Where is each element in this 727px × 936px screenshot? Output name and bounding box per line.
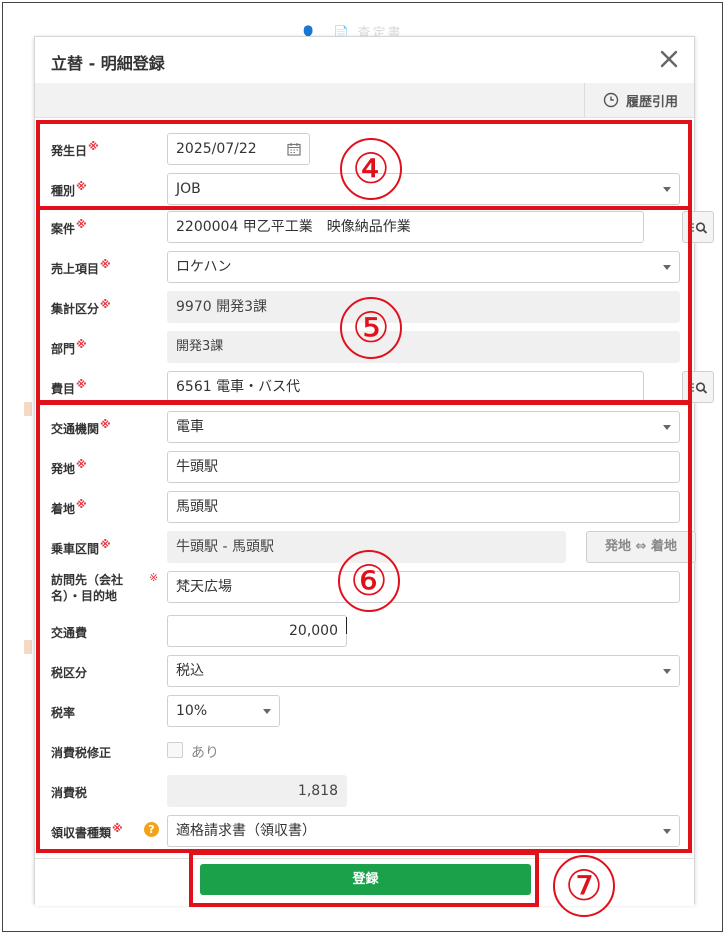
close-icon — [660, 50, 678, 68]
dialog-toolbar: 履歴引用 — [35, 83, 694, 118]
background-marker — [24, 640, 32, 654]
close-button[interactable] — [656, 46, 682, 72]
list-search-icon — [690, 382, 708, 394]
history-quote-label: 履歴引用 — [625, 94, 678, 110]
annotation-number-4: ④ — [340, 138, 402, 200]
list-search-icon — [690, 222, 708, 234]
annotation-box-6 — [36, 401, 692, 853]
dialog-header: 立替 - 明細登録 — [35, 37, 694, 84]
annotation-number-5: ⑤ — [340, 297, 402, 359]
annotation-number-6: ⑥ — [338, 550, 400, 612]
background-marker — [24, 402, 32, 416]
history-quote-button[interactable]: 履歴引用 — [583, 83, 694, 117]
annotation-box-7 — [189, 851, 539, 907]
dialog-title: 立替 - 明細登録 — [51, 54, 165, 73]
annotation-number-7: ⑦ — [553, 855, 615, 917]
clock-icon — [603, 92, 619, 108]
